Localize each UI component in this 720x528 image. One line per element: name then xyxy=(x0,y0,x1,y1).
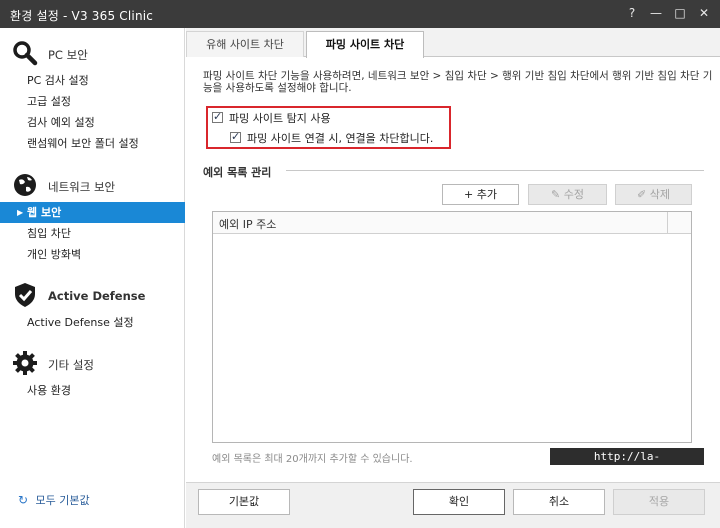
tab-pharming-site-block[interactable]: 파밍 사이트 차단 xyxy=(306,31,424,58)
block-option[interactable]: 파밍 사이트 연결 시, 연결을 차단합니다. xyxy=(230,130,434,146)
section-title: PC 보안 xyxy=(48,48,88,62)
close-button[interactable]: ✕ xyxy=(696,5,712,21)
description-text: 파밍 사이트 차단 기능을 사용하려면, 네트워크 보안 > 침입 차단 > 행… xyxy=(203,70,713,94)
apply-button[interactable]: 적용 xyxy=(613,489,705,515)
cancel-button[interactable]: 취소 xyxy=(513,489,605,515)
sidebar-item-ransomware-folder[interactable]: 랜섬웨어 보안 폴더 설정 xyxy=(0,133,185,154)
globe-icon xyxy=(14,174,36,196)
section-divider xyxy=(286,170,704,171)
tab-harmful-site-block[interactable]: 유해 사이트 차단 xyxy=(186,31,304,57)
default-button[interactable]: 기본값 xyxy=(198,489,290,515)
add-button[interactable]: + 추가 xyxy=(442,184,519,205)
main-panel: 유해 사이트 차단 파밍 사이트 차단 파밍 사이트 차단 기능을 사용하려면,… xyxy=(186,28,720,482)
detect-option[interactable]: 파밍 사이트 탐지 사용 xyxy=(212,110,331,126)
section-title: 네트워크 보안 xyxy=(48,180,116,194)
block-checkbox[interactable] xyxy=(230,130,241,144)
exception-ip-list[interactable]: 예외 IP 주소 xyxy=(212,211,692,443)
minimize-button[interactable]: — xyxy=(648,5,664,21)
section-title: Active Defense xyxy=(48,289,146,303)
magnifier-icon xyxy=(13,41,38,66)
tab-bar: 유해 사이트 차단 파밍 사이트 차단 xyxy=(186,28,720,58)
exceptions-note: 예외 목록은 최대 20개까지 추가할 수 있습니다. xyxy=(212,454,413,465)
help-button[interactable]: ? xyxy=(624,5,640,21)
sidebar-item-environment[interactable]: 사용 환경 xyxy=(0,380,185,401)
list-header: 예외 IP 주소 xyxy=(213,212,691,234)
column-header-ip[interactable]: 예외 IP 주소 xyxy=(219,216,276,232)
reset-all-label: 모두 기본값 xyxy=(35,494,90,507)
title-bar: 환경 설정 - V3 365 Clinic ? — □ ✕ xyxy=(0,0,720,28)
shield-check-icon xyxy=(15,283,35,307)
reset-all-link[interactable]: ↻ 모두 기본값 xyxy=(18,492,90,508)
edit-button[interactable]: ✎ 수정 xyxy=(528,184,607,205)
detect-checkbox[interactable] xyxy=(212,110,223,124)
sidebar-item-active-defense[interactable]: Active Defense 설정 xyxy=(0,312,185,333)
gear-icon xyxy=(13,351,37,375)
block-label: 파밍 사이트 연결 시, 연결을 차단합니다. xyxy=(247,132,434,145)
reset-icon: ↻ xyxy=(18,493,29,507)
sidebar: PC 보안 PC 검사 설정 고급 설정 검사 예외 설정 랜섬웨어 보안 폴더… xyxy=(0,28,185,528)
sidebar-item-web-security[interactable]: ▶ 웹 보안 xyxy=(0,202,185,223)
sidebar-item-firewall[interactable]: 개인 방화벽 xyxy=(0,244,185,265)
ok-button[interactable]: 확인 xyxy=(413,489,505,515)
footer-bar: 기본값 확인 취소 적용 xyxy=(186,482,720,528)
sidebar-item-advanced[interactable]: 고급 설정 xyxy=(0,91,185,112)
exceptions-section-title: 예외 목록 관리 xyxy=(203,166,272,179)
column-separator xyxy=(667,212,668,234)
chevron-right-icon: ▶ xyxy=(17,208,24,217)
delete-button[interactable]: ✐ 삭제 xyxy=(615,184,692,205)
sidebar-item-label: 웹 보안 xyxy=(27,206,62,219)
window-title: 환경 설정 - V3 365 Clinic xyxy=(10,9,154,23)
maximize-button[interactable]: □ xyxy=(672,5,688,21)
section-title: 기타 설정 xyxy=(48,358,94,372)
detect-label: 파밍 사이트 탐지 사용 xyxy=(229,112,331,125)
sidebar-item-intrusion-block[interactable]: 침입 차단 xyxy=(0,223,185,244)
sidebar-item-pc-scan[interactable]: PC 검사 설정 xyxy=(0,70,185,91)
watermark: http://la-nube.tistory.com xyxy=(550,448,704,480)
sidebar-item-scan-exceptions[interactable]: 검사 예외 설정 xyxy=(0,112,185,133)
